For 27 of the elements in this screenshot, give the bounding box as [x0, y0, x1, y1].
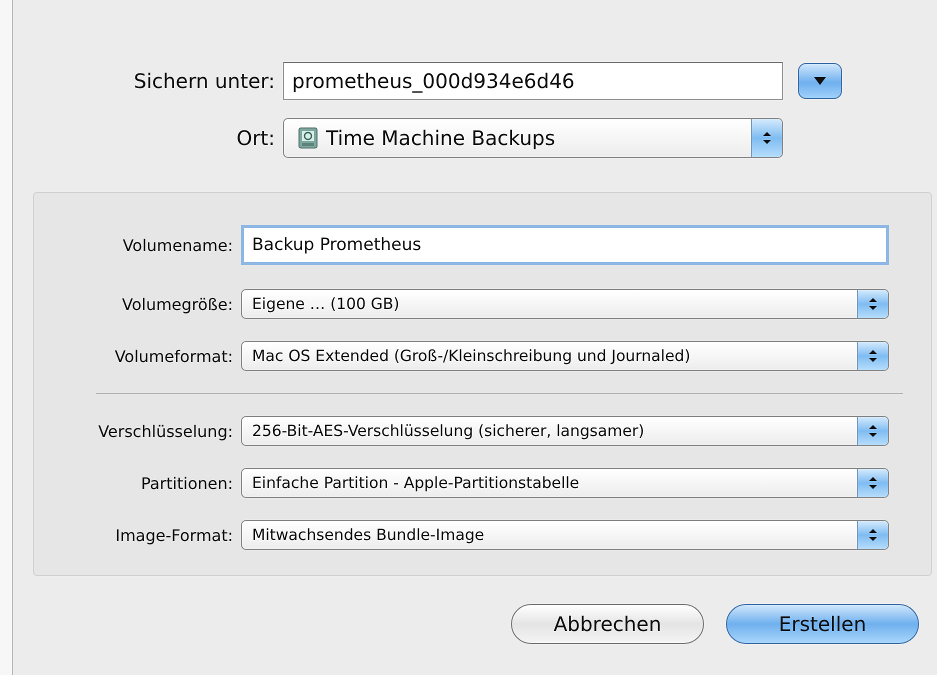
stepper-arrows-icon — [751, 119, 782, 157]
field-label: Sichern unter: — [132, 69, 276, 93]
field-label: Image-Format: — [114, 526, 234, 544]
popup-menu[interactable]: Mac OS Extended (Groß-/Kleinschreibung und Journaled) — [241, 341, 889, 371]
stepper-arrows-icon — [857, 469, 888, 497]
disclosure-button[interactable] — [798, 63, 842, 99]
location-popup[interactable]: Time Machine Backups — [283, 118, 783, 158]
volume-name-field[interactable]: Backup Prometheus — [241, 225, 889, 265]
cancel-button[interactable]: Abbrechen — [511, 604, 704, 644]
popup-menu[interactable]: Einfache Partition - Apple-Partitionstabelle — [241, 468, 889, 498]
stepper-arrows-icon — [857, 290, 888, 318]
caret-icon — [813, 76, 827, 86]
stepper-arrows-icon — [857, 417, 888, 445]
popup-menu[interactable]: Mitwachsendes Bundle-Image — [241, 520, 889, 550]
popup-menu[interactable]: Eigene … (100 GB) — [241, 289, 889, 319]
file-name-field[interactable]: prometheus_000d934e6d46 — [283, 62, 783, 100]
stepper-arrows-icon — [857, 342, 888, 370]
field-label: Verschlüsselung: — [97, 422, 234, 440]
drive-icon — [298, 127, 318, 149]
field-label: Volumegröße: — [121, 294, 234, 314]
popup-menu[interactable]: 256-Bit-AES-Verschlüsselung (sicherer, langsamer) — [241, 416, 889, 446]
field-label: Partitionen: — [140, 474, 234, 492]
field-label: Volumeformat: — [114, 346, 234, 366]
field-label: Ort: — [235, 126, 276, 150]
create-button[interactable]: Erstellen — [726, 604, 919, 644]
field-label: Volumename: — [122, 236, 234, 254]
stepper-arrows-icon — [857, 521, 888, 549]
